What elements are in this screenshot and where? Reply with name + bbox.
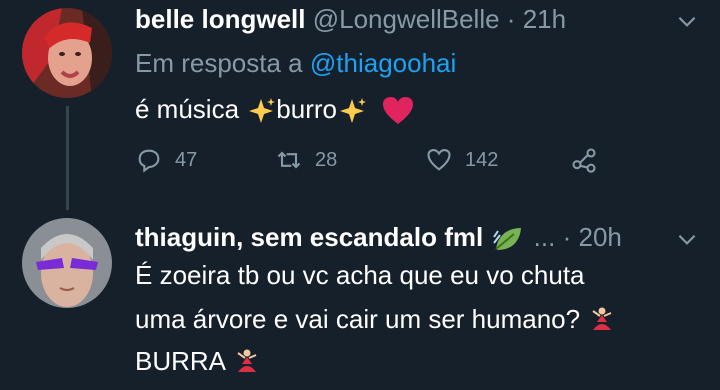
share-icon — [572, 148, 596, 173]
leaf-emoji — [493, 228, 522, 251]
text-line-3: BURRA — [135, 346, 225, 376]
red-heart-emoji — [383, 97, 414, 125]
like-count: 142 — [465, 148, 499, 171]
thread-line — [66, 106, 69, 210]
share-button[interactable] — [570, 146, 598, 174]
text-part-1: é música — [135, 94, 240, 124]
text-part-2: burro — [276, 94, 337, 124]
avatar-thiaguin[interactable] — [22, 218, 112, 308]
tweet-2-text-line-2: uma árvore e vai cair um ser humano? — [135, 304, 617, 336]
reply-button[interactable]: 47 — [135, 146, 197, 174]
separator: · — [506, 4, 516, 34]
chevron-down-icon[interactable] — [674, 226, 700, 252]
display-name[interactable]: belle longwell — [135, 4, 305, 34]
tweet-2-header: thiaguin, sem escandalo fml ... · 20h — [135, 222, 622, 253]
tweet-2-text-line-3: BURRA — [135, 346, 262, 378]
sparkles-emoji — [339, 98, 366, 124]
tweet-1-text: é música burro — [135, 94, 414, 126]
chevron-down-icon[interactable] — [674, 8, 700, 34]
like-button[interactable]: 142 — [425, 146, 498, 174]
tweet-2-text-line-1: É zoeira tb ou vc acha que eu vo chuta — [135, 260, 585, 290]
separator: · — [562, 222, 572, 252]
speech-bubble-icon — [138, 149, 160, 173]
heart-icon — [427, 149, 451, 171]
name-ellipsis: ... — [533, 222, 556, 252]
reply-mention-link[interactable]: @thiagoohai — [310, 48, 456, 78]
dancer-emoji — [592, 307, 612, 331]
tweet-2[interactable]: thiaguin, sem escandalo fml ... · 20h É … — [0, 200, 720, 390]
avatar-belle[interactable] — [22, 8, 112, 98]
display-name[interactable]: thiaguin, sem escandalo fml — [135, 222, 483, 252]
retweet-button[interactable]: 28 — [275, 146, 337, 174]
reply-prefix: Em resposta a — [135, 48, 303, 78]
timestamp[interactable]: 21h — [523, 4, 566, 34]
retweet-count: 28 — [315, 148, 338, 171]
retweet-icon — [277, 151, 301, 169]
reply-context: Em resposta a @thiagoohai — [135, 48, 456, 78]
timestamp[interactable]: 20h — [578, 222, 621, 252]
tweet-1-actions: 47 28 142 — [135, 146, 615, 176]
sparkles-emoji — [249, 98, 276, 124]
tweet-1-header: belle longwell @LongwellBelle · 21h — [135, 4, 566, 34]
reply-count: 47 — [175, 148, 198, 171]
handle[interactable]: @LongwellBelle — [313, 4, 500, 34]
text-line-2: uma árvore e vai cair um ser humano? — [135, 304, 581, 334]
tweet-1[interactable]: belle longwell @LongwellBelle · 21h Em r… — [0, 0, 720, 200]
dancer-emoji — [237, 349, 257, 373]
